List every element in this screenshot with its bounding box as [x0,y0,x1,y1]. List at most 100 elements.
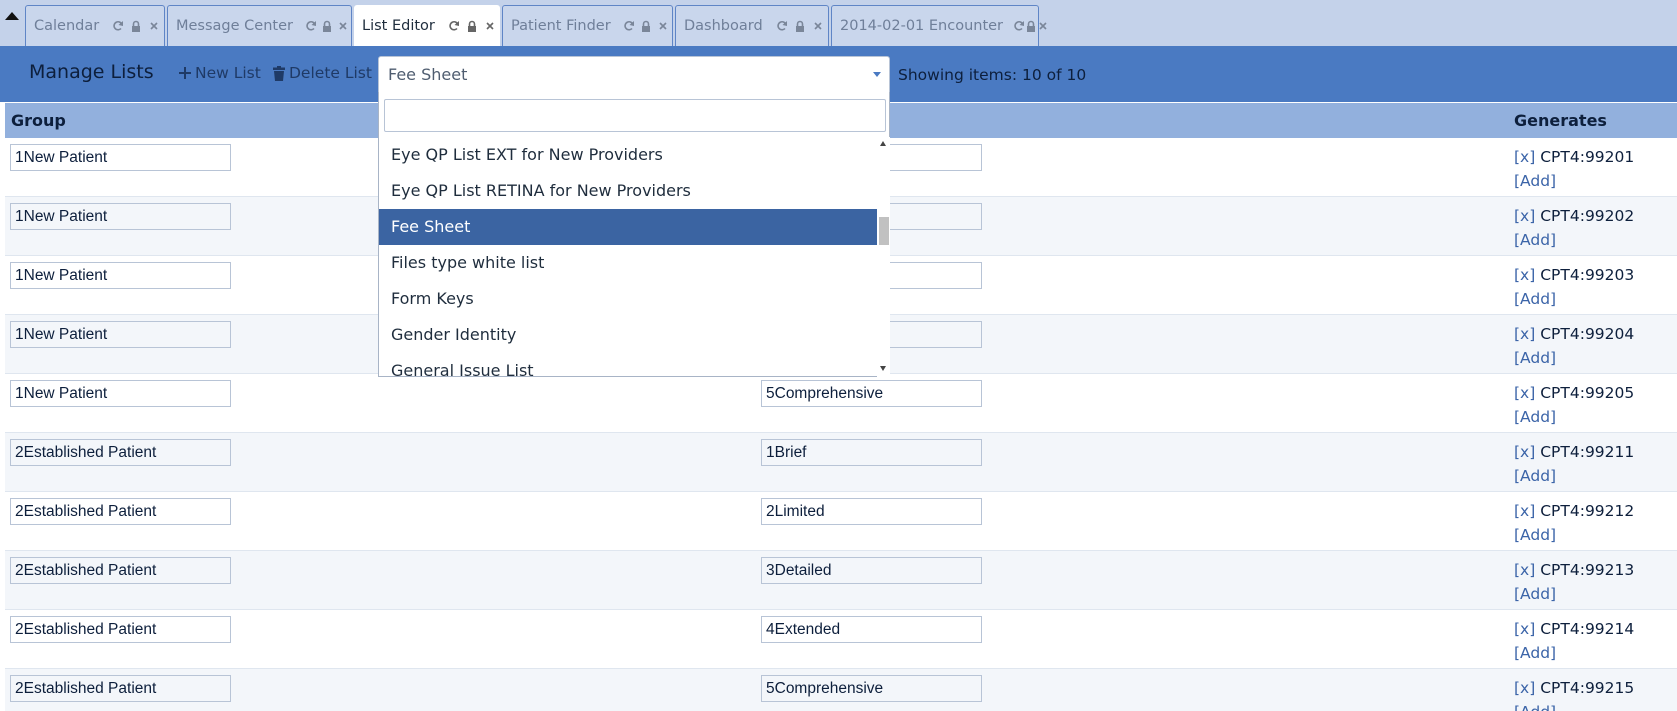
remove-code-link[interactable]: [x] [1514,384,1535,402]
tab-2[interactable]: List Editor [354,5,500,47]
dropdown-option[interactable]: Files type white list [379,245,877,281]
add-code-link[interactable]: [Add] [1514,585,1556,603]
generates-cell: [x] CPT4:99212 [Add] [1514,499,1634,547]
tab-label: Calendar [34,18,100,34]
lock-icon[interactable] [463,18,481,34]
add-code-link[interactable]: [Add] [1514,526,1556,544]
dropdown-option[interactable]: Form Keys [379,281,877,317]
new-list-label: New List [195,64,261,82]
refresh-icon[interactable] [303,18,319,34]
scroll-thumb[interactable] [879,217,889,245]
close-icon[interactable] [809,18,827,34]
chevron-down-icon [873,72,881,77]
remove-code-link[interactable]: [x] [1514,502,1535,520]
tab-label: 2014-02-01 Encounter [840,18,1004,34]
group-input[interactable] [10,616,231,643]
dropdown-option[interactable]: General Issue List [379,353,877,377]
value-input[interactable] [761,675,982,702]
refresh-icon[interactable] [109,18,127,34]
group-input[interactable] [10,203,231,230]
add-code-link[interactable]: [Add] [1514,349,1556,367]
close-icon[interactable] [655,18,672,34]
tab-3[interactable]: Patient Finder [502,5,673,46]
generates-cell: [x] CPT4:99214 [Add] [1514,617,1634,665]
scroll-down-icon[interactable] [880,366,886,371]
page-title: Manage Lists [29,61,154,83]
lock-icon[interactable] [638,18,655,34]
dropdown-option[interactable]: Gender Identity [379,317,877,353]
close-icon[interactable] [145,18,163,34]
remove-code-link[interactable]: [x] [1514,148,1535,166]
tab-5[interactable]: 2014-02-01 Encounter [831,5,1047,46]
remove-code-link[interactable]: [x] [1514,266,1535,284]
add-code-link[interactable]: [Add] [1514,644,1556,662]
group-input[interactable] [10,321,231,348]
group-input[interactable] [10,262,231,289]
value-input[interactable] [761,616,982,643]
list-select-dropdown: Eye QP List EXT for New Providers Eye QP … [378,92,890,377]
value-input[interactable] [761,380,982,407]
table-row: [x] CPT4:99211 [Add] [5,433,1677,492]
items-count: Showing items: 10 of 10 [898,66,1087,84]
generates-cell: [x] CPT4:99205 [Add] [1514,381,1634,429]
code-label: CPT4:99201 [1540,148,1635,166]
dropdown-search-input[interactable] [384,99,886,132]
dropdown-scrollbar[interactable] [877,137,890,377]
remove-code-link[interactable]: [x] [1514,620,1535,638]
delete-list-button[interactable]: Delete List [272,64,372,82]
close-icon[interactable] [1037,18,1049,34]
tab-1[interactable]: Message Center [167,5,352,46]
refresh-icon[interactable] [621,18,638,34]
generates-cell: [x] CPT4:99215 [Add] [1514,676,1634,711]
lock-icon[interactable] [127,18,145,34]
group-input[interactable] [10,675,231,702]
list-select[interactable]: Fee Sheet [378,56,890,93]
remove-code-link[interactable]: [x] [1514,325,1535,343]
close-icon[interactable] [335,18,351,34]
list-select-value: Fee Sheet [388,65,468,84]
close-icon[interactable] [481,18,499,34]
add-code-link[interactable]: [Add] [1514,290,1556,308]
add-code-link[interactable]: [Add] [1514,408,1556,426]
lock-icon[interactable] [791,18,809,34]
tab-label: Message Center [176,18,293,34]
value-input[interactable] [761,498,982,525]
group-input[interactable] [10,498,231,525]
code-label: CPT4:99214 [1540,620,1635,638]
add-code-link[interactable]: [Add] [1514,467,1556,485]
scroll-up-icon[interactable] [880,141,886,146]
dropdown-option[interactable]: Fee Sheet [379,209,877,245]
tab-0[interactable]: Calendar [25,5,165,46]
table-row: [x] CPT4:99214 [Add] [5,610,1677,669]
value-input[interactable] [761,557,982,584]
group-input[interactable] [10,557,231,584]
refresh-icon[interactable] [773,18,791,34]
new-list-button[interactable]: New List [178,64,261,82]
generates-cell: [x] CPT4:99213 [Add] [1514,558,1634,606]
code-label: CPT4:99211 [1540,443,1635,461]
add-code-link[interactable]: [Add] [1514,703,1556,711]
remove-code-link[interactable]: [x] [1514,679,1535,697]
add-code-link[interactable]: [Add] [1514,231,1556,249]
group-input[interactable] [10,144,231,171]
refresh-icon[interactable] [1013,18,1025,34]
tab-bar: Calendar Message Center List Editor Patient… [0,0,1677,47]
remove-code-link[interactable]: [x] [1514,443,1535,461]
lock-icon[interactable] [319,18,335,34]
tab-4[interactable]: Dashboard [675,5,829,46]
tab-label: List Editor [362,18,435,34]
tab-label: Dashboard [684,18,763,34]
dropdown-option[interactable]: Eye QP List RETINA for New Providers [379,173,877,209]
refresh-icon[interactable] [445,18,463,34]
group-input[interactable] [10,380,231,407]
remove-code-link[interactable]: [x] [1514,207,1535,225]
group-input[interactable] [10,439,231,466]
caret-up-icon[interactable] [4,8,20,20]
lock-icon[interactable] [1025,18,1037,34]
remove-code-link[interactable]: [x] [1514,561,1535,579]
add-code-link[interactable]: [Add] [1514,172,1556,190]
value-input[interactable] [761,439,982,466]
col-generates-header: Generates [1514,111,1607,130]
generates-cell: [x] CPT4:99203 [Add] [1514,263,1634,311]
dropdown-option[interactable]: Eye QP List EXT for New Providers [379,137,877,173]
